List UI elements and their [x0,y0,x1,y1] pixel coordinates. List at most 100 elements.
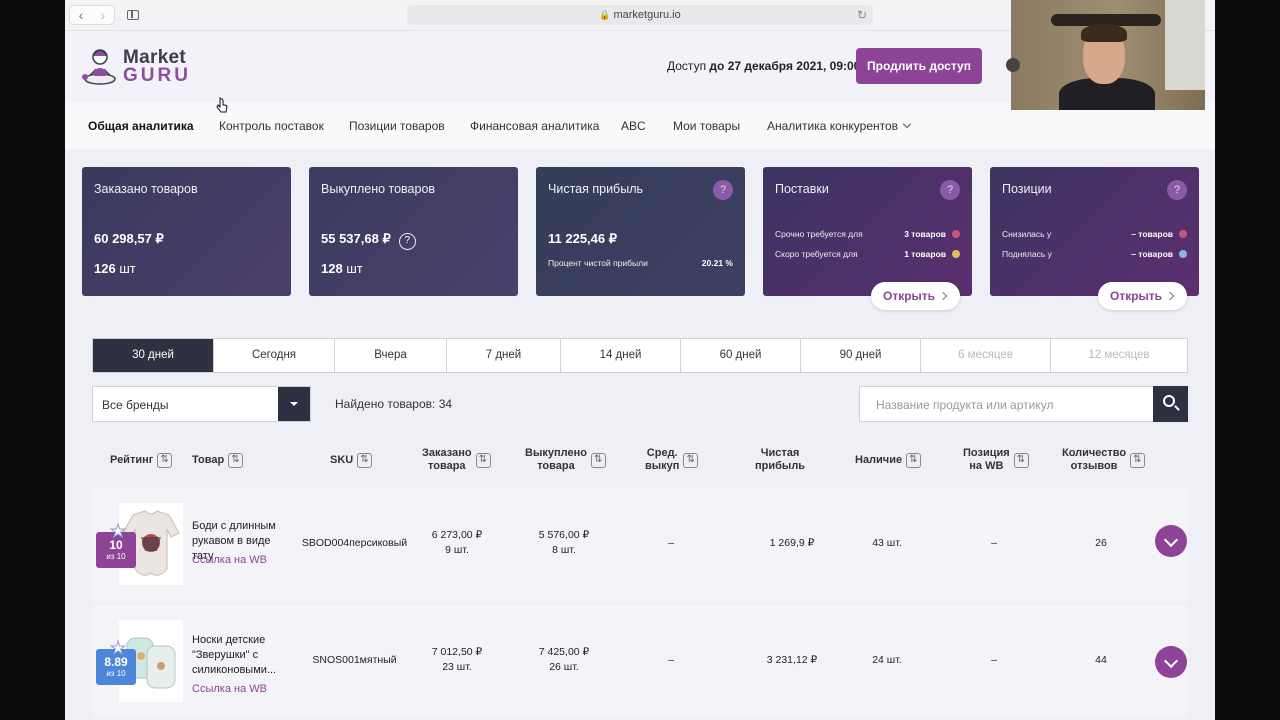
th-position[interactable]: Позиция на WB [963,447,1029,473]
expand-row-button[interactable] [1155,646,1187,678]
sort-icon[interactable] [157,453,173,468]
reload-icon[interactable]: ↻ [857,5,867,25]
period-7-days[interactable]: 7 дней [447,339,561,372]
wb-link[interactable]: Ссылка на WB [192,683,267,695]
rating-scale: из 10 [106,552,126,561]
position-down-row: Снизилась у – товаров [1002,229,1187,239]
menu-item-general-analytics[interactable]: Общая аналитика [88,119,194,133]
period-12-months: 12 месяцев [1088,349,1150,361]
card-count: 128 шт [321,261,363,276]
expand-row-button[interactable] [1155,525,1187,557]
back-icon[interactable]: ‹ [71,6,91,24]
mouse-pointer-icon [216,97,228,113]
sort-icon[interactable] [590,452,606,468]
open-supplies-button[interactable]: Открыть [871,282,960,310]
count-unit: шт [346,261,363,276]
bought-cell: 7 425,00 ₽ 26 шт. [519,645,609,675]
th-reviews-line1: Количество [1062,447,1127,459]
lock-icon: 🔒 [599,10,611,20]
star-icon: ★ [109,521,127,542]
open-positions-button[interactable]: Открыть [1098,282,1187,310]
sku-cell: SBOD004персиковый [301,537,408,549]
th-stock[interactable]: Наличие [855,453,922,468]
sort-icon[interactable] [1013,452,1029,468]
th-reviews[interactable]: Количество отзывов [1062,447,1146,473]
sort-icon[interactable] [906,453,922,468]
avg-buyout-cell: – [668,654,674,666]
wb-link[interactable]: Ссылка на WB [192,554,267,566]
profit-cell: 3 231,12 ₽ [766,654,818,666]
th-avg-buyout[interactable]: Сред. выкуп [645,447,699,473]
sort-icon[interactable] [1130,452,1146,468]
period-today[interactable]: Сегодня [214,339,335,372]
th-rating[interactable]: Рейтинг [110,453,173,468]
bought-qty: 26 шт. [549,661,579,673]
period-14-days[interactable]: 14 дней [561,339,681,372]
th-avg-label: Сред. выкуп [645,447,679,473]
menu-item-my-products[interactable]: Мои товары [673,119,740,133]
th-ordered[interactable]: Заказано товара [422,447,491,473]
table-row: 10 из 10 ★ Боди с длинным рукавом в виде… [92,488,1188,601]
position-down-label: Снизилась у [1002,229,1052,239]
position-cell: – [991,654,997,666]
position-up-row: Поднялась у – товаров [1002,249,1187,259]
logo[interactable]: Market GURU [81,43,221,91]
period-60-days[interactable]: 60 дней [681,339,801,372]
extend-access-button[interactable]: Продлить доступ [856,48,982,84]
brand-select-value: Все бренды [102,398,169,412]
menu-item-product-positions[interactable]: Позиции товаров [349,119,445,133]
th-bought[interactable]: Выкуплено товара [525,447,606,473]
webcam-overlay [1011,0,1205,110]
competitor-analytics-label: Аналитика конкурентов [767,119,899,133]
card-ordered: Заказано товаров 60 298,57 ₽ 126 шт [82,167,291,296]
reviews-cell: 26 [1095,537,1107,549]
help-icon[interactable]: ? [940,180,960,200]
access-info: Доступ до 27 декабря 2021, 09:00 [667,59,860,73]
th-reviews-label: Количество отзывов [1062,447,1126,473]
search-icon [1163,395,1175,407]
period-30-days[interactable]: 30 дней [93,339,214,372]
th-rating-label: Рейтинг [110,454,154,466]
card-supplies: Поставки ? Срочно требуется для 3 товаро… [763,167,972,310]
search-icon-handle [1174,405,1180,411]
bought-sum: 7 425,00 ₽ [538,646,590,658]
th-ordered-label: Заказано товара [422,447,472,473]
period-90-days[interactable]: 90 дней [801,339,921,372]
count-value: 126 [94,261,116,276]
sort-icon[interactable] [228,453,244,468]
th-product[interactable]: Товар [192,453,244,468]
sort-icon[interactable] [683,452,699,468]
search-button[interactable] [1153,386,1188,422]
help-icon[interactable]: ? [398,233,416,250]
bought-qty: 8 шт. [552,544,576,556]
th-sku[interactable]: SKU [330,453,373,468]
guru-logo-icon [82,49,116,85]
chevron-right-icon [938,291,948,301]
menu-item-competitor-analytics[interactable]: Аналитика конкурентов [767,119,912,133]
th-profit-label: Чистая прибыль [755,447,805,473]
profile-icon[interactable] [1006,58,1020,72]
menu-item-supply-control[interactable]: Контроль поставок [219,119,324,133]
sidebar-toggle-icon[interactable] [121,6,145,24]
search-input[interactable]: Название продукта или артикул [859,386,1154,422]
amount-value: 55 537,68 ₽ [321,231,391,246]
dropdown-arrow-icon[interactable] [278,387,310,421]
logo-text-guru: GURU [123,65,191,86]
th-profit-line1: Чистая [760,447,800,459]
address-bar[interactable]: 🔒 marketguru.io ↻ [407,5,873,25]
position-up-value: – товаров [1131,249,1173,259]
sort-icon[interactable] [475,452,491,468]
help-icon[interactable]: ? [713,180,733,200]
sort-icon[interactable] [357,453,373,468]
forward-icon[interactable]: › [93,6,113,24]
menu-item-financial-analytics[interactable]: Финансовая аналитика [470,119,599,133]
help-icon[interactable]: ? [1167,180,1187,200]
dashboard-content: Заказано товаров 60 298,57 ₽ 126 шт Выку… [65,149,1215,720]
menu-item-abc[interactable]: ABC [621,119,646,133]
bought-cell: 5 576,00 ₽ 8 шт. [519,528,609,558]
brand-select[interactable]: Все бренды [92,386,311,422]
period-tabs: 30 дней Сегодня Вчера 7 дней 14 дней 60 … [92,338,1188,373]
period-yesterday[interactable]: Вчера [335,339,447,372]
stock-cell: 43 шт. [872,537,902,549]
profit-percent-label: Процент чистой прибыли [548,258,648,268]
